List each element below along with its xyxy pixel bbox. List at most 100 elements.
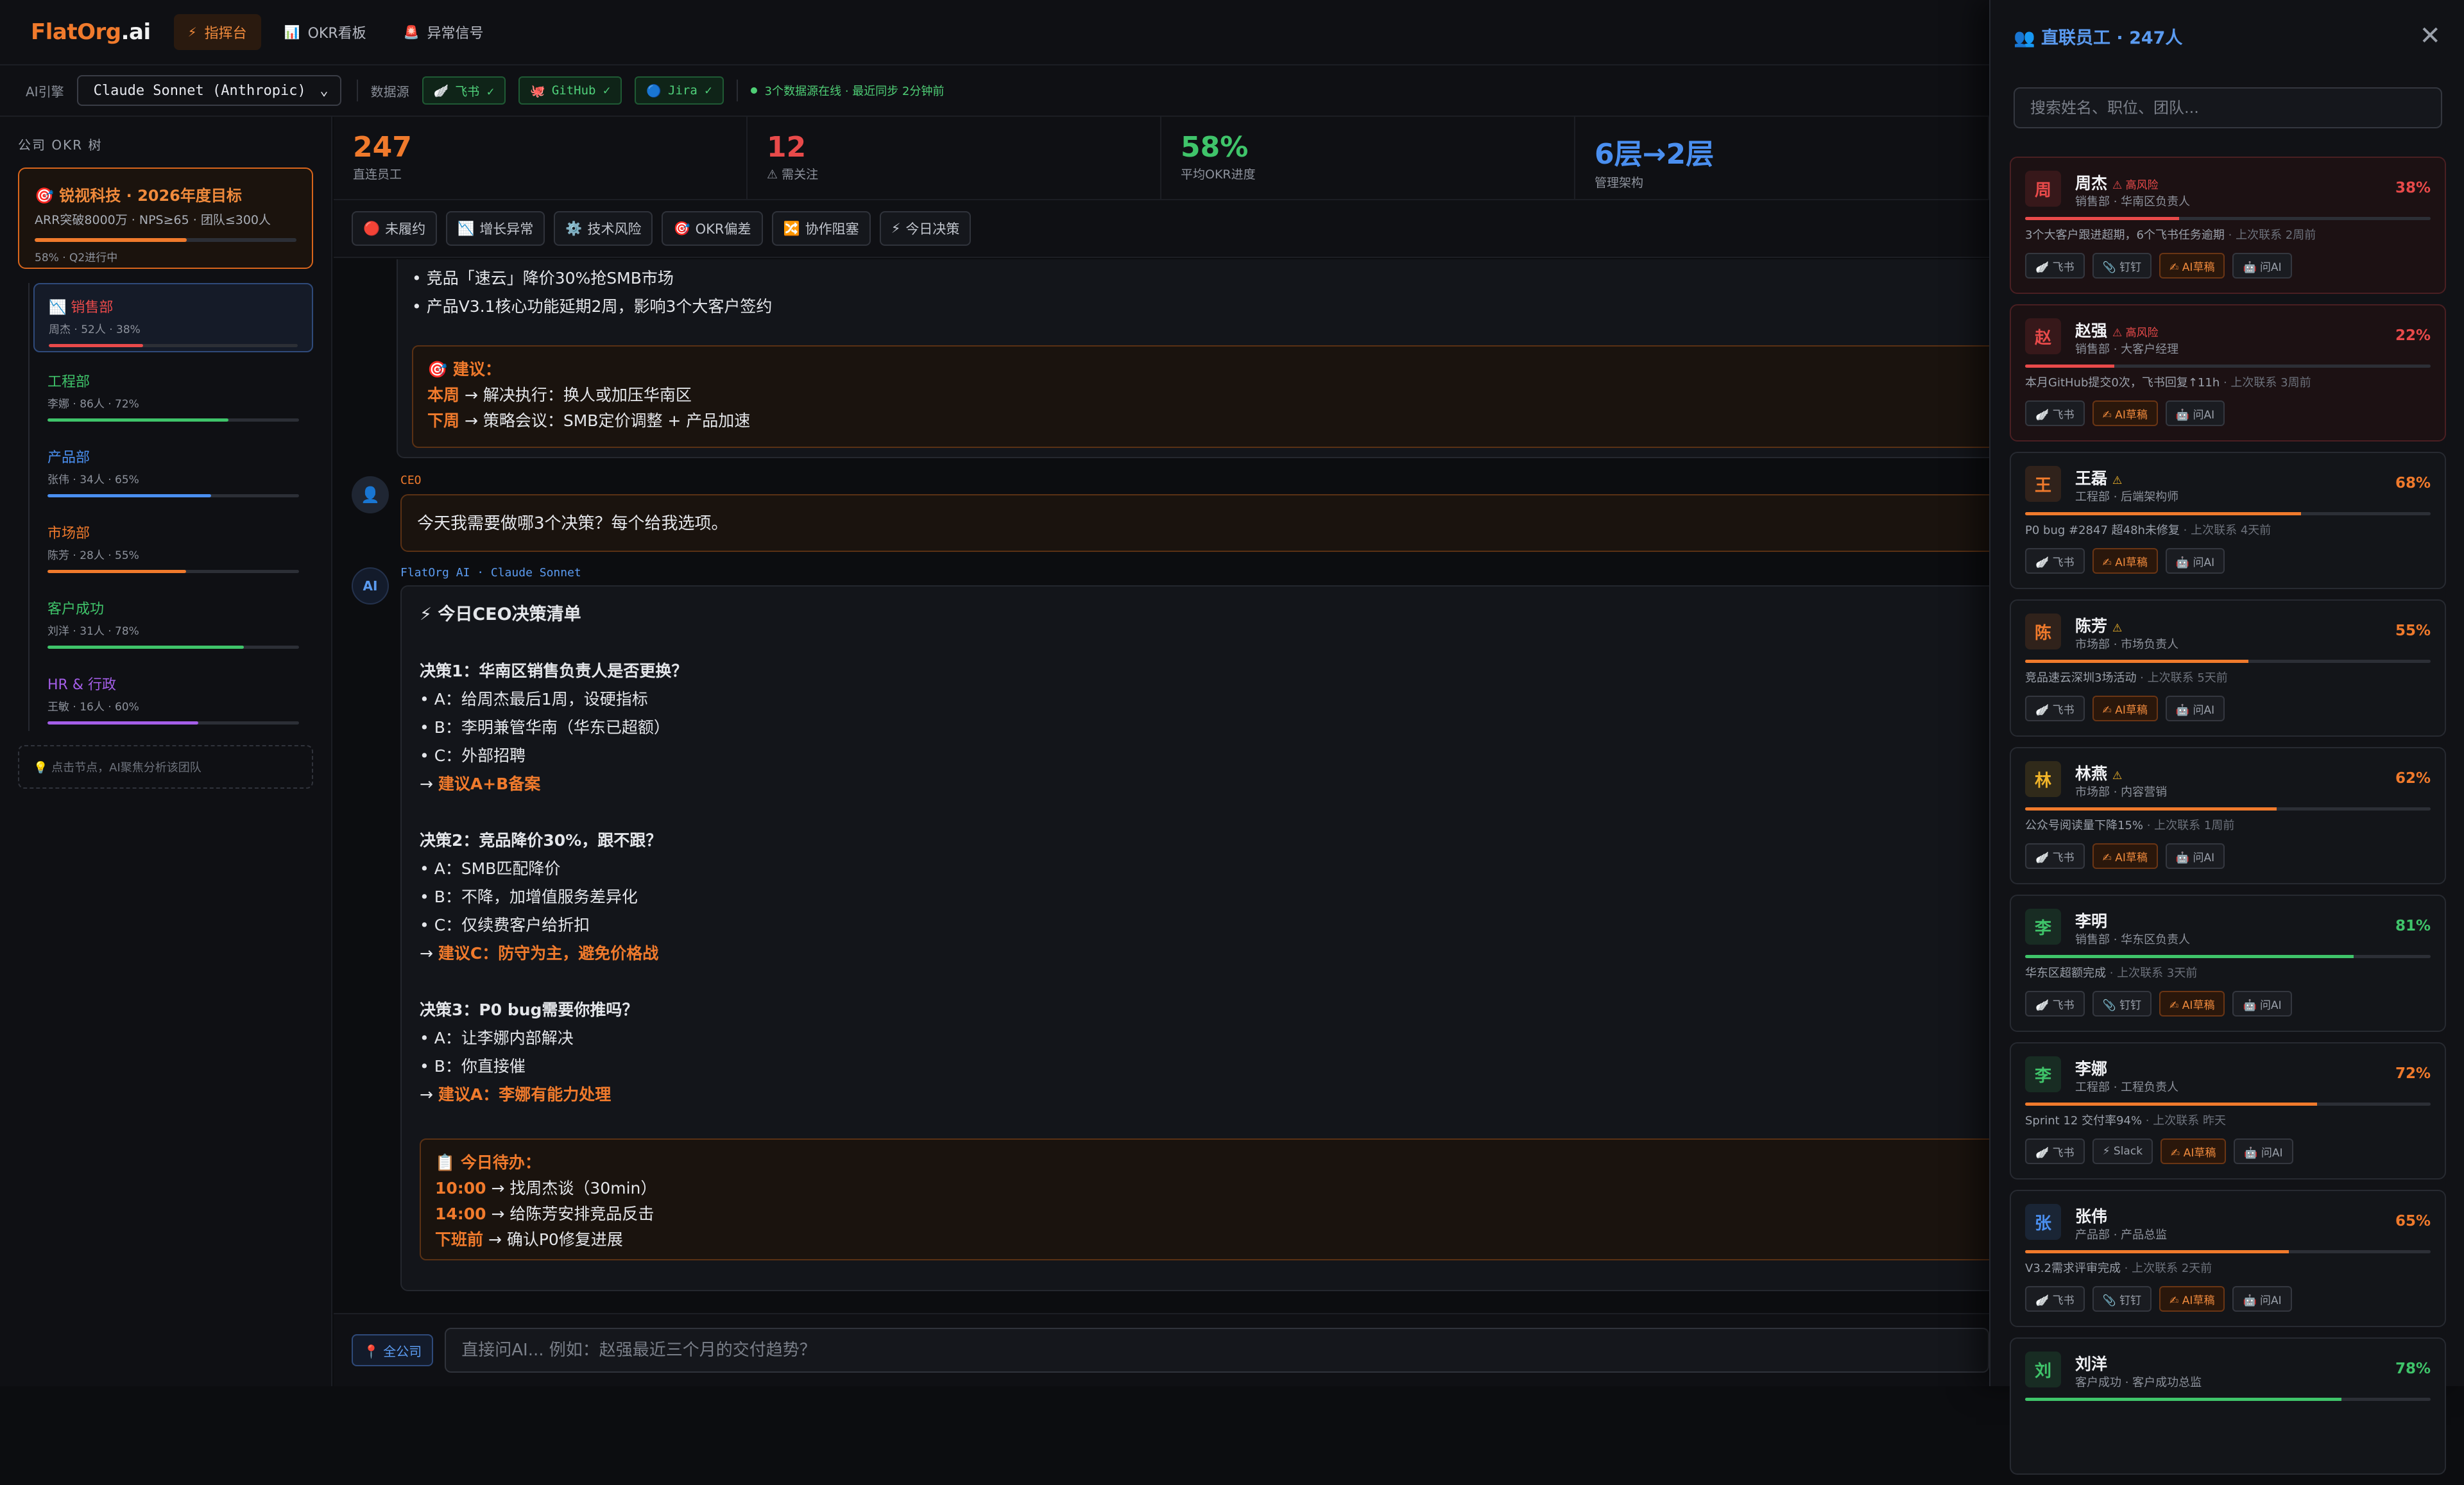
ask-ai-button[interactable]: 🤖 问AI [2165, 843, 2225, 869]
filter-chip[interactable]: ⚙️ 技术风险 [554, 211, 653, 246]
employee-card[interactable]: 刘刘洋 客户成功 · 客户成功总监 78% [2010, 1337, 2446, 1475]
employee-name-text: 刘洋 [2075, 1355, 2108, 1373]
source-label: 飞书 ✓ [455, 84, 495, 99]
ai-draft-button[interactable]: ✍ AI草稿 [2159, 253, 2225, 279]
ai-draft-button[interactable]: ✍ AI草稿 [2092, 548, 2158, 574]
employee-avatar: 周 [2025, 171, 2061, 207]
nav-tab-command[interactable]: ⚡ 指挥台 [173, 14, 261, 50]
stat-card: 6层→2层 管理架构 [1575, 117, 1989, 199]
employee-card[interactable]: 张张伟 产品部 · 产品总监 65% V3.2需求评审完成 · 上次联系 2天前 🪽 飞… [2010, 1190, 2446, 1327]
source-chip-feishu[interactable]: 🪽 飞书 ✓ [422, 76, 506, 105]
contact-button[interactable]: 🪽 飞书 [2025, 400, 2085, 426]
scope-chip[interactable]: 📍 全公司 [352, 1334, 434, 1366]
employee-card[interactable]: 李李明 销售部 · 华东区负责人 81% 华东区超额完成 · 上次联系 3天前 🪽 飞书… [2010, 895, 2446, 1032]
ai-engine-select[interactable]: Claude Sonnet (Anthropic) ⌄ [76, 75, 341, 106]
employee-name-text: 李娜 [2075, 1060, 2108, 1078]
employee-signal: Sprint 12 交付率94% · 上次联系 昨天 [2025, 1112, 2226, 1128]
source-chip-jira[interactable]: 🔵 Jira ✓ [635, 76, 724, 105]
suggestion-when: 下周 [427, 411, 460, 430]
ask-ai-button[interactable]: 🤖 问AI [2234, 1138, 2293, 1164]
contact-button[interactable]: 🪽 飞书 [2025, 696, 2085, 721]
action-buttons: 🪽 飞书 ✍ AI草稿 🤖 问AI [2025, 400, 2232, 426]
department-node[interactable]: 客户成功 刘洋 · 31人 · 78% [33, 586, 313, 655]
filter-chip[interactable]: 🔀 协作阻塞 [771, 211, 871, 246]
todo-box: 📋 今日待办： 10:00 → 找周杰谈（30min） 14:00 → 给陈芳安排… [420, 1138, 1989, 1260]
action-buttons: 🪽 飞书 ✍ AI草稿 🤖 问AI [2025, 548, 2232, 574]
contact-button[interactable]: 🪽 飞书 [2025, 253, 2085, 279]
ask-ai-button[interactable]: 🤖 问AI [2232, 1286, 2292, 1312]
filter-chip[interactable]: 🔴 未履约 [352, 211, 438, 246]
ai-draft-button[interactable]: ✍ AI草稿 [2092, 696, 2158, 721]
nav-tab-alerts[interactable]: 🚨 异常信号 [389, 14, 498, 50]
progress-fill [35, 238, 187, 242]
suggestion-box: 🎯 建议： 本周 → 解决执行：换人或加压华南区 下周 → 策略会议：SMB定价… [412, 345, 1989, 448]
department-node[interactable]: 产品部 张伟 · 34人 · 65% [33, 434, 313, 504]
ai-draft-button[interactable]: ✍ AI草稿 [2159, 991, 2225, 1017]
ai-draft-button[interactable]: ✍ AI草稿 [2160, 1138, 2227, 1164]
last-contact: · 上次联系 2天前 [2120, 1262, 2212, 1275]
okr-progress-bar [2025, 660, 2431, 663]
contact-button[interactable]: 🪽 飞书 [2025, 843, 2085, 869]
ai-draft-button[interactable]: ✍ AI草稿 [2159, 1286, 2225, 1312]
ask-ai-button[interactable]: 🤖 问AI [2232, 253, 2292, 279]
employee-card[interactable]: 李李娜 工程部 · 工程负责人 72% Sprint 12 交付率94% · 上次联系… [2010, 1042, 2446, 1180]
employee-avatar: 王 [2025, 466, 2061, 502]
filter-chip[interactable]: 📉 增长异常 [446, 211, 545, 246]
department-node[interactable]: HR & 行政 王敏 · 16人 · 60% [33, 662, 313, 731]
ai-draft-button[interactable]: ✍ AI草稿 [2092, 843, 2158, 869]
department-progress-bar [47, 494, 299, 497]
stat-card: 58% 平均OKR进度 [1161, 117, 1575, 199]
contact-button[interactable]: 🪽 飞书 [2025, 1138, 2085, 1164]
employee-card[interactable]: 林林燕 ⚠ 市场部 · 内容营销 62% 公众号阅读量下降15% · 上次联系 1周前 🪽… [2010, 747, 2446, 884]
ai-draft-button[interactable]: ✍ AI草稿 [2092, 400, 2158, 426]
contact-button[interactable]: ⚡ Slack [2092, 1138, 2153, 1164]
department-node[interactable]: 📉 销售部 周杰 · 52人 · 38% [33, 283, 313, 352]
last-contact: · 上次联系 4天前 [2179, 524, 2272, 537]
stat-value: 247 [353, 131, 412, 164]
filter-label: 未履约 [385, 221, 426, 237]
employee-avatar: 刘 [2025, 1352, 2061, 1387]
employee-card[interactable]: 周周杰 ⚠ 高风险 销售部 · 华南区负责人 38% 3个大客户跟进超期，6个飞书任务逾… [2010, 157, 2446, 294]
data-source-label: 数据源 [370, 83, 409, 99]
decision-list: 决策1：华南区销售负责人是否更换？ • A：给周杰最后1周，设硬指标 • B：李明兼… [420, 657, 1985, 1109]
employee-card[interactable]: 赵赵强 ⚠ 高风险 销售部 · 大客户经理 22% 本月GitHub提交0次，飞书回复↑… [2010, 304, 2446, 442]
filter-chip[interactable]: ⚡ 今日决策 [879, 211, 971, 246]
department-node[interactable]: 市场部 陈芳 · 28人 · 55% [33, 510, 313, 579]
suggestion-text: → 策略会议：SMB定价调整 + 产品加速 [459, 411, 751, 430]
todo-text: → 找周杰谈（30min） [486, 1179, 657, 1197]
department-meta: 李娜 · 86人 · 72% [47, 398, 139, 411]
stat-label: ⚠ 需关注 [767, 167, 819, 182]
contact-button[interactable]: 📎 钉钉 [2092, 1286, 2152, 1312]
decision-block: 决策1：华南区销售负责人是否更换？ • A：给周杰最后1周，设硬指标 • B：李明兼… [420, 657, 1985, 798]
online-dot-icon [750, 87, 757, 94]
last-contact: · 上次联系 1周前 [2143, 819, 2235, 832]
company-okr-node[interactable]: 🎯 锐视科技 · 2026年度目标 ARR突破8000万 · NPS≥65 · … [18, 167, 313, 269]
nav-tab-okr[interactable]: 📊 OKR看板 [270, 14, 381, 50]
contact-button[interactable]: 📎 钉钉 [2092, 991, 2152, 1017]
ask-ai-button[interactable]: 🤖 问AI [2165, 696, 2225, 721]
ask-ai-button[interactable]: 🤖 问AI [2165, 400, 2225, 426]
divider [736, 80, 738, 101]
filter-chip[interactable]: 🎯 OKR偏差 [662, 211, 763, 246]
last-contact: · 上次联系 5天前 [2136, 671, 2228, 685]
department-node[interactable]: 工程部 李娜 · 86人 · 72% [33, 359, 313, 428]
app-logo[interactable]: FlatOrg.ai [31, 19, 151, 45]
rec-arrow: → [420, 775, 438, 793]
suggestion-title: 🎯 建议： [427, 360, 501, 379]
okr-progress-bar [2025, 217, 2431, 220]
people-search-input[interactable] [2014, 87, 2442, 128]
source-chip-github[interactable]: 🐙 GitHub ✓ [518, 76, 622, 105]
contact-button[interactable]: 📎 钉钉 [2092, 253, 2152, 279]
contact-button[interactable]: 🪽 飞书 [2025, 1286, 2085, 1312]
employee-card[interactable]: 王王磊 ⚠ 工程部 · 后端架构师 68% P0 bug #2847 超48h未修复 ·… [2010, 452, 2446, 589]
employee-card[interactable]: 陈陈芳 ⚠ 市场部 · 市场负责人 55% 竞品速云深圳3场活动 · 上次联系 5天前 🪽… [2010, 599, 2446, 737]
contact-button[interactable]: 🪽 飞书 [2025, 548, 2085, 574]
contact-button[interactable]: 🪽 飞书 [2025, 991, 2085, 1017]
ask-ai-button[interactable]: 🤖 问AI [2232, 991, 2292, 1017]
ask-ai-button[interactable]: 🤖 问AI [2165, 548, 2225, 574]
panel-header: 👥 直联员工 · 247人 ✕ [1990, 0, 2464, 72]
close-icon[interactable]: ✕ [2419, 21, 2441, 51]
progress-fill [2025, 807, 2277, 811]
okr-tree-title: 公司 OKR 树 [18, 137, 103, 153]
ask-ai-input[interactable] [445, 1328, 1989, 1373]
